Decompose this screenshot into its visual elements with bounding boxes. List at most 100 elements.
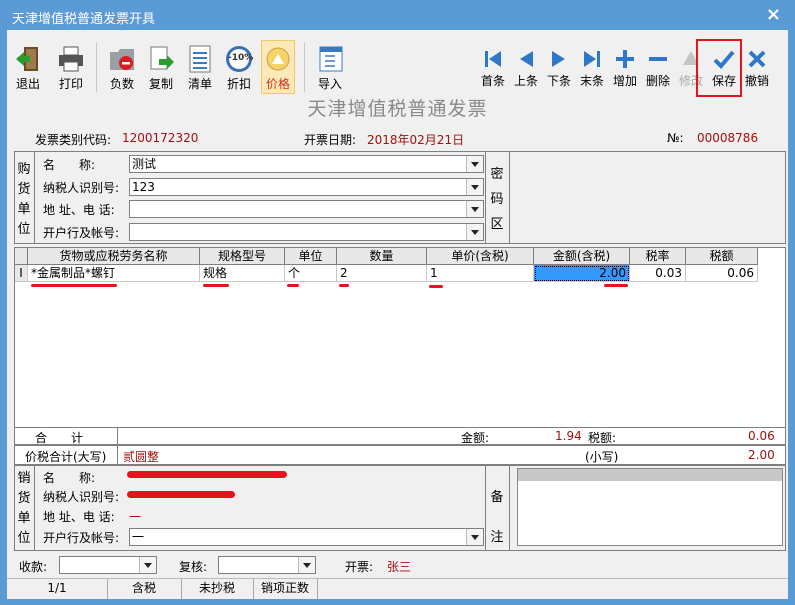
last-record-button[interactable]: 末条 xyxy=(577,48,607,89)
exit-icon xyxy=(16,47,38,71)
invoice-no-value: 00008786 xyxy=(697,131,759,145)
print-button[interactable]: 打印 xyxy=(54,44,88,92)
annotation-underline xyxy=(203,284,229,287)
seller-bank-value: 一 xyxy=(132,530,145,544)
lower-total-label: (小写) xyxy=(585,450,619,464)
password-area-label: 密 码 区 xyxy=(489,162,505,237)
copy-icon xyxy=(150,46,174,70)
cancel-icon xyxy=(748,50,766,68)
chevron-down-icon[interactable] xyxy=(466,224,483,240)
buyer-label-char: 位 xyxy=(17,222,31,237)
buyer-bank-label: 开户行及帐号: xyxy=(43,226,120,240)
buyer-tax-id-field[interactable]: 123 xyxy=(129,178,484,196)
annotation-underline xyxy=(31,284,117,287)
chevron-down-icon[interactable] xyxy=(466,529,483,545)
row-marker-header xyxy=(15,248,28,265)
status-invoice-type: 销项正数 xyxy=(253,579,318,599)
title-bar: 天津增值税普通发票开具 × xyxy=(0,0,795,30)
next-record-button[interactable]: 下条 xyxy=(544,48,574,89)
chevron-down-icon[interactable] xyxy=(466,179,483,195)
chevron-down-icon[interactable] xyxy=(466,156,483,172)
item-amount-cell[interactable]: 2.00 xyxy=(534,265,630,282)
payee-label: 收款: xyxy=(19,560,48,574)
list-label: 清单 xyxy=(187,77,212,91)
lower-total-value: 2.00 xyxy=(748,448,775,462)
item-price-cell[interactable]: 1 xyxy=(427,265,534,282)
item-rate-cell[interactable]: 0.03 xyxy=(630,265,686,282)
column-header[interactable]: 货物或应税劳务名称 xyxy=(28,248,200,265)
column-header[interactable]: 单价(含税) xyxy=(427,248,534,265)
column-header[interactable]: 数量 xyxy=(337,248,427,265)
seller-section: 销 货 单 位 名 称: 纳税人识别号: 地 址、电 话: 一 开户行及帐号: … xyxy=(14,465,786,551)
remark-label-char: 注 xyxy=(490,530,504,545)
delete-button[interactable]: 删除 xyxy=(643,48,673,89)
status-copy-tax: 未抄税 xyxy=(181,579,254,599)
type-code-label: 发票类别代码: xyxy=(35,133,112,147)
cancel-label: 撤销 xyxy=(744,74,769,88)
exit-button[interactable]: 退出 xyxy=(11,44,45,92)
row-marker: I xyxy=(15,265,28,282)
buyer-bank-field[interactable] xyxy=(129,223,484,241)
total-tax-label: 税额: xyxy=(588,431,617,445)
buyer-section-label: 购 货 单 位 xyxy=(17,160,31,240)
add-button[interactable]: 增加 xyxy=(610,48,640,89)
discount-button[interactable]: 折扣 xyxy=(222,44,256,92)
close-icon[interactable]: × xyxy=(766,4,781,25)
column-header[interactable]: 单位 xyxy=(285,248,337,265)
divider xyxy=(34,152,35,243)
negative-label: 负数 xyxy=(109,77,134,91)
reviewer-field[interactable] xyxy=(218,556,316,574)
item-unit-cell[interactable]: 个 xyxy=(285,265,337,282)
buyer-label-char: 购 xyxy=(17,162,31,177)
remark-label-char: 备 xyxy=(490,490,504,505)
buyer-address-label: 地 址、电 话: xyxy=(43,203,115,217)
buyer-section: 购 货 单 位 名 称: 测试 纳税人识别号: 123 地 址、电 话: 开户行… xyxy=(14,151,786,244)
column-header[interactable]: 规格型号 xyxy=(200,248,285,265)
previous-record-button[interactable]: 上条 xyxy=(511,48,541,89)
toolbar-divider xyxy=(304,42,305,92)
status-record-count: 1/1 xyxy=(7,579,108,599)
add-label: 增加 xyxy=(612,74,637,88)
seller-bank-label: 开户行及帐号: xyxy=(43,531,120,545)
password-label-char: 区 xyxy=(490,217,504,232)
toolbar: 退出 打印 负数 复制 清单 折扣 -10% 价格 导入 首条 上条 下条 末条… xyxy=(7,30,788,97)
first-record-button[interactable]: 首条 xyxy=(478,48,508,89)
divider xyxy=(485,466,486,550)
seller-label-char: 货 xyxy=(17,491,31,506)
copy-button[interactable]: 复制 xyxy=(144,44,178,92)
item-qty-cell[interactable]: 2 xyxy=(337,265,427,282)
buyer-tax-id-value: 123 xyxy=(132,180,155,194)
cancel-button[interactable]: 撤销 xyxy=(742,48,772,89)
chevron-down-icon[interactable] xyxy=(298,557,315,573)
divider xyxy=(117,446,118,464)
buyer-address-field[interactable] xyxy=(129,200,484,218)
column-header[interactable]: 税额 xyxy=(686,248,758,265)
delete-icon xyxy=(649,57,667,61)
password-label-char: 码 xyxy=(490,192,504,207)
discount-badge: -10% xyxy=(228,53,254,63)
price-button[interactable]: 价格 xyxy=(261,40,295,94)
print-label: 打印 xyxy=(58,77,83,91)
buyer-name-field[interactable]: 测试 xyxy=(129,155,484,173)
seller-label-char: 单 xyxy=(17,511,31,526)
items-table[interactable]: 货物或应税劳务名称 规格型号 单位 数量 单价(含税) 金额(含税) 税率 税额… xyxy=(14,247,786,453)
list-button[interactable]: 清单 xyxy=(183,44,217,92)
chevron-down-icon[interactable] xyxy=(139,557,156,573)
last-record-label: 末条 xyxy=(579,74,604,88)
total-row: 合 计 金额: 1.94 税额: 0.06 xyxy=(14,427,786,445)
exit-label: 退出 xyxy=(15,77,40,91)
payee-field[interactable] xyxy=(59,556,157,574)
item-tax-cell[interactable]: 0.06 xyxy=(686,265,758,282)
column-header[interactable]: 金额(含税) xyxy=(534,248,630,265)
column-header[interactable]: 税率 xyxy=(630,248,686,265)
client-area: 退出 打印 负数 复制 清单 折扣 -10% 价格 导入 首条 上条 下条 末条… xyxy=(7,30,788,599)
total-label: 合 计 xyxy=(35,431,84,445)
item-name-cell[interactable]: *金属制品*螺钉 xyxy=(28,265,200,282)
negative-invoice-button[interactable]: 负数 xyxy=(105,44,139,92)
remark-textarea[interactable] xyxy=(517,468,783,546)
item-spec-cell[interactable]: 规格 xyxy=(200,265,285,282)
seller-bank-field[interactable]: 一 xyxy=(129,528,484,546)
chevron-down-icon[interactable] xyxy=(466,201,483,217)
annotation-underline xyxy=(604,284,628,287)
import-button[interactable]: 导入 xyxy=(313,44,347,92)
